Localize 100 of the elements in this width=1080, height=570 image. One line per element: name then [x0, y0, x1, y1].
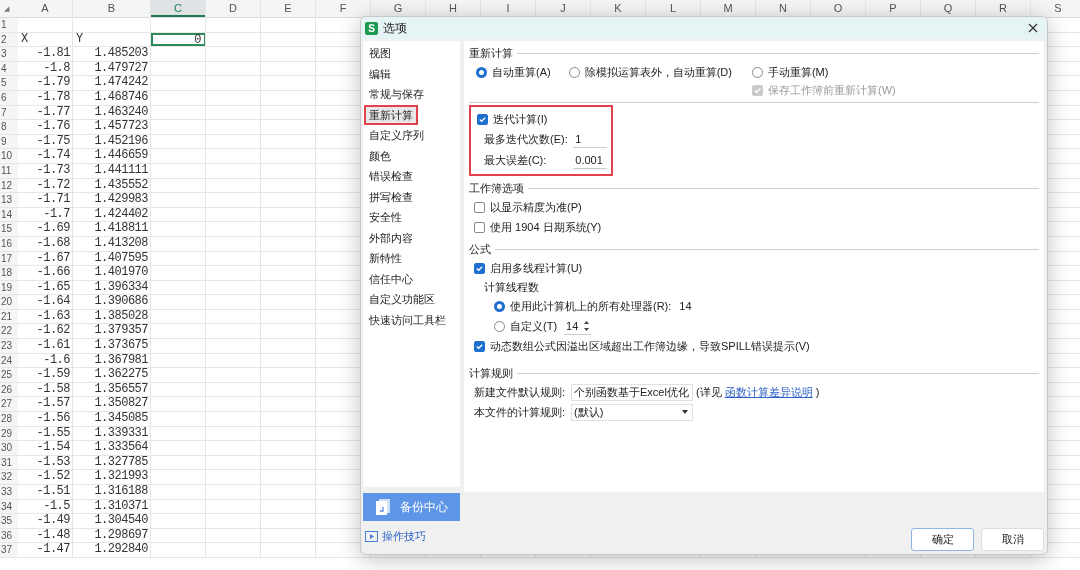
radio-button[interactable]: [494, 320, 505, 332]
row-header[interactable]: 35: [0, 514, 18, 528]
table-cell-text: -1.55: [35, 426, 71, 441]
row-header[interactable]: 15: [0, 222, 18, 236]
checkbox-label: 启用多线程计算(U): [490, 260, 583, 276]
row-header[interactable]: 28: [0, 412, 18, 426]
close-icon[interactable]: [1028, 23, 1038, 33]
dropdown[interactable]: 个别函数基于Excel优化: [571, 383, 693, 401]
cancel-button[interactable]: 取消: [981, 528, 1044, 551]
table-cell-text: -1.48: [35, 528, 71, 543]
table-cell-text: -1.67: [35, 251, 71, 266]
sidebar-item[interactable]: 快速访问工具栏: [363, 309, 460, 330]
row-header[interactable]: 3: [0, 47, 18, 61]
sidebar-item[interactable]: 编辑: [363, 63, 460, 84]
radio-button[interactable]: [476, 66, 487, 78]
row-header[interactable]: 23: [0, 339, 18, 353]
checkbox[interactable]: [474, 201, 485, 213]
row-header[interactable]: 20: [0, 295, 18, 309]
column-header[interactable]: E: [261, 0, 316, 17]
note-text: (详见: [696, 384, 722, 400]
radio-label: 除模拟运算表外，自动重算(D): [584, 64, 732, 80]
table-cell-text: -1.53: [35, 455, 71, 470]
sidebar-item[interactable]: 自定义功能区: [363, 289, 460, 310]
table-cell-text: 1.339331: [93, 426, 149, 441]
table-cell-text: -1.57: [35, 397, 71, 412]
sidebar-item[interactable]: 外部内容: [363, 227, 460, 248]
row-header[interactable]: 25: [0, 368, 18, 382]
table-cell-text: -1.61: [35, 339, 71, 353]
ok-button[interactable]: 确定: [911, 528, 974, 551]
sidebar-item[interactable]: 颜色: [363, 145, 460, 166]
table-cell-text: 1.424402: [93, 207, 149, 222]
radio-button[interactable]: [568, 66, 580, 78]
table-cell-text: 1.418811: [93, 222, 149, 236]
caret-icon: [682, 410, 688, 414]
table-cell-text: 1.463240: [93, 105, 149, 120]
sidebar-item[interactable]: 自定义序列: [363, 125, 460, 146]
table-cell-text: 1.474242: [93, 76, 149, 90]
row-header[interactable]: 10: [0, 149, 18, 163]
row-header[interactable]: 32: [0, 470, 18, 484]
row-header[interactable]: 8: [0, 120, 18, 134]
row-header[interactable]: 18: [0, 266, 18, 280]
row-header[interactable]: 30: [0, 441, 18, 455]
checkbox-label: 保存工作簿前重新计算(W): [768, 82, 896, 98]
checkbox[interactable]: [474, 221, 485, 233]
table-cell-text: -1.64: [35, 295, 71, 309]
table-cell-text: -1.54: [35, 441, 71, 455]
radio-label: 自定义(T): [510, 318, 558, 334]
row-header[interactable]: 33: [0, 485, 18, 499]
radio-button[interactable]: [751, 66, 763, 78]
sidebar-item[interactable]: 新特性: [363, 248, 460, 269]
table-cell-text: -1.68: [35, 236, 71, 251]
table-cell-text: 1.310371: [93, 499, 149, 514]
table-cell-text: 1.396334: [93, 280, 149, 295]
field-label: 最多迭代次数(E):: [484, 132, 569, 147]
tips-link[interactable]: 操作技巧: [382, 528, 426, 544]
sidebar-item[interactable]: 重新计算: [364, 104, 418, 125]
row-header[interactable]: 22: [0, 324, 18, 339]
table-cell-text: -1.73: [35, 163, 71, 178]
row-header[interactable]: 13: [0, 193, 18, 207]
section-title: 重新计算: [469, 45, 513, 61]
table-cell-text: 1.367981: [93, 353, 149, 368]
checkbox[interactable]: [477, 113, 488, 125]
table-cell-text: -1.58: [35, 382, 71, 397]
table-cell-text: -1.62: [35, 324, 71, 339]
radio-label: 自动重算(A): [492, 64, 551, 80]
dropdown[interactable]: (默认): [571, 403, 693, 421]
section-title: 工作簿选项: [469, 180, 524, 196]
table-cell-text: -1.76: [35, 120, 71, 134]
column-header[interactable]: D: [206, 0, 261, 17]
help-link[interactable]: 函数计算差异说明: [724, 384, 813, 400]
sidebar-item[interactable]: 错误检查: [363, 166, 460, 187]
row-header[interactable]: 37: [0, 543, 18, 557]
table-cell-text: 1.362275: [93, 368, 149, 382]
table-cell-text: -1.81: [35, 47, 71, 61]
table-cell-text: -1.56: [35, 412, 71, 426]
checkbox[interactable]: [474, 262, 485, 274]
spinner-field[interactable]: 14: [564, 317, 592, 335]
group-label: 计算线程数: [484, 281, 539, 293]
table-cell-text: 1.435552: [93, 178, 149, 193]
sidebar-item[interactable]: 常规与保存: [363, 84, 460, 105]
sidebar-item[interactable]: 拼写检查: [363, 186, 460, 207]
table-cell-text: -1.71: [35, 193, 71, 207]
table-cell-text: -1.65: [35, 280, 71, 295]
row-header[interactable]: 1: [0, 18, 18, 32]
column-header[interactable]: A: [18, 0, 73, 17]
row-header[interactable]: 5: [0, 76, 18, 90]
sidebar-item[interactable]: 视图: [363, 43, 460, 64]
table-cell-text: -1.52: [35, 470, 71, 484]
column-header[interactable]: C: [151, 0, 206, 17]
table-cell-text: 1.350827: [93, 397, 149, 412]
checkbox[interactable]: [474, 340, 485, 352]
table-cell-text: 1.316188: [93, 485, 149, 499]
table-cell-text: 1.441111: [93, 163, 149, 178]
table-cell-text: 1.413208: [93, 236, 149, 251]
row-header[interactable]: 27: [0, 397, 18, 412]
spinner-arrows-icon[interactable]: [584, 319, 590, 332]
sidebar-item[interactable]: 安全性: [363, 207, 460, 228]
sidebar-item[interactable]: 信任中心: [363, 268, 460, 289]
radio-button[interactable]: [494, 300, 505, 312]
note-text: ): [815, 386, 820, 398]
